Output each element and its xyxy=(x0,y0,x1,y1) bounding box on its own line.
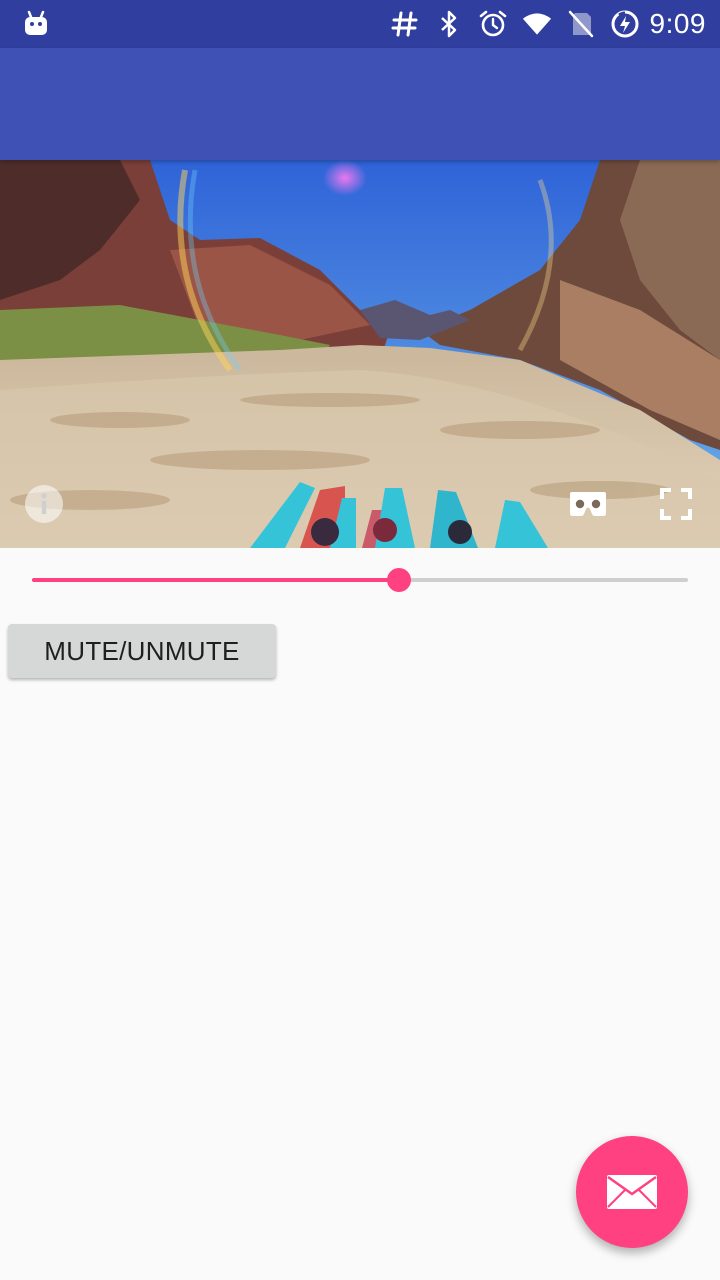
seek-thumb[interactable] xyxy=(387,568,411,592)
wifi-icon xyxy=(522,9,552,39)
cardboard-vr-button[interactable] xyxy=(568,488,608,520)
alarm-icon xyxy=(478,9,508,39)
hash-icon xyxy=(390,9,420,39)
vr-video-view[interactable] xyxy=(0,160,720,548)
no-sim-icon xyxy=(566,9,596,39)
status-bar: 9:09 xyxy=(0,0,720,48)
email-icon xyxy=(607,1175,657,1209)
info-button[interactable] xyxy=(24,484,64,524)
cardboard-vr-icon xyxy=(570,492,606,516)
seek-progress xyxy=(32,578,399,582)
email-fab[interactable] xyxy=(576,1136,688,1248)
android-debug-icon xyxy=(22,10,50,38)
status-time: 9:09 xyxy=(649,8,706,39)
video-seek-bar[interactable] xyxy=(32,568,688,592)
fullscreen-icon xyxy=(660,488,692,520)
info-icon xyxy=(25,485,63,523)
app-screen: 9:09 MUTE/UNMUTE xyxy=(0,0,720,1280)
mute-unmute-button[interactable]: MUTE/UNMUTE xyxy=(8,624,276,678)
battery-charging-icon xyxy=(610,9,640,39)
status-icons: 9:09 xyxy=(376,0,707,48)
video-frame xyxy=(0,160,720,548)
app-bar xyxy=(0,48,720,160)
fullscreen-button[interactable] xyxy=(658,486,694,522)
bluetooth-icon xyxy=(434,9,464,39)
